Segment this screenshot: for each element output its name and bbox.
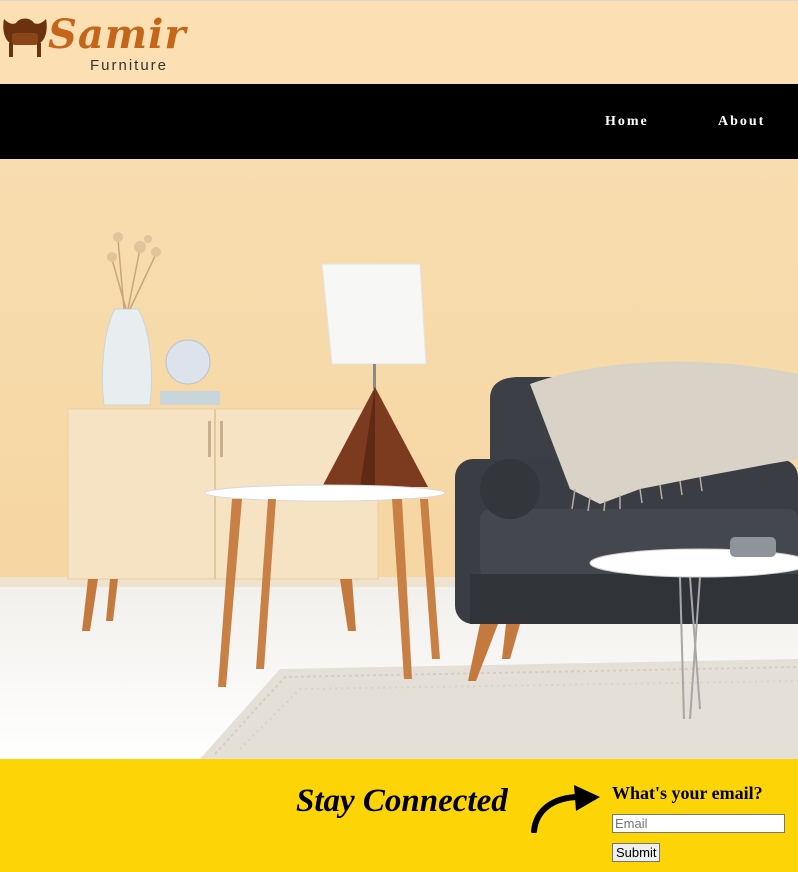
- submit-button[interactable]: Submit: [612, 843, 661, 862]
- nav-about-link[interactable]: About: [718, 114, 765, 130]
- brand-logo[interactable]: Samir Furniture: [0, 7, 200, 77]
- chair-icon: [3, 18, 47, 57]
- hero-image: [0, 159, 798, 759]
- nav-home-link[interactable]: Home: [605, 114, 649, 130]
- curved-arrow-icon: [531, 785, 600, 833]
- brand-name: Samir: [48, 11, 187, 58]
- site-header: Samir Furniture: [0, 0, 798, 84]
- email-question-label: What's your email?: [612, 783, 763, 803]
- living-room-illustration: [0, 159, 798, 759]
- brand-subtitle: Furniture: [90, 57, 169, 74]
- stay-connected-heading: Stay Connected: [296, 783, 508, 819]
- email-input[interactable]: [612, 814, 785, 833]
- newsletter-section: Stay Connected What's your email? Submit: [0, 759, 798, 872]
- main-nav: Home About: [0, 84, 798, 159]
